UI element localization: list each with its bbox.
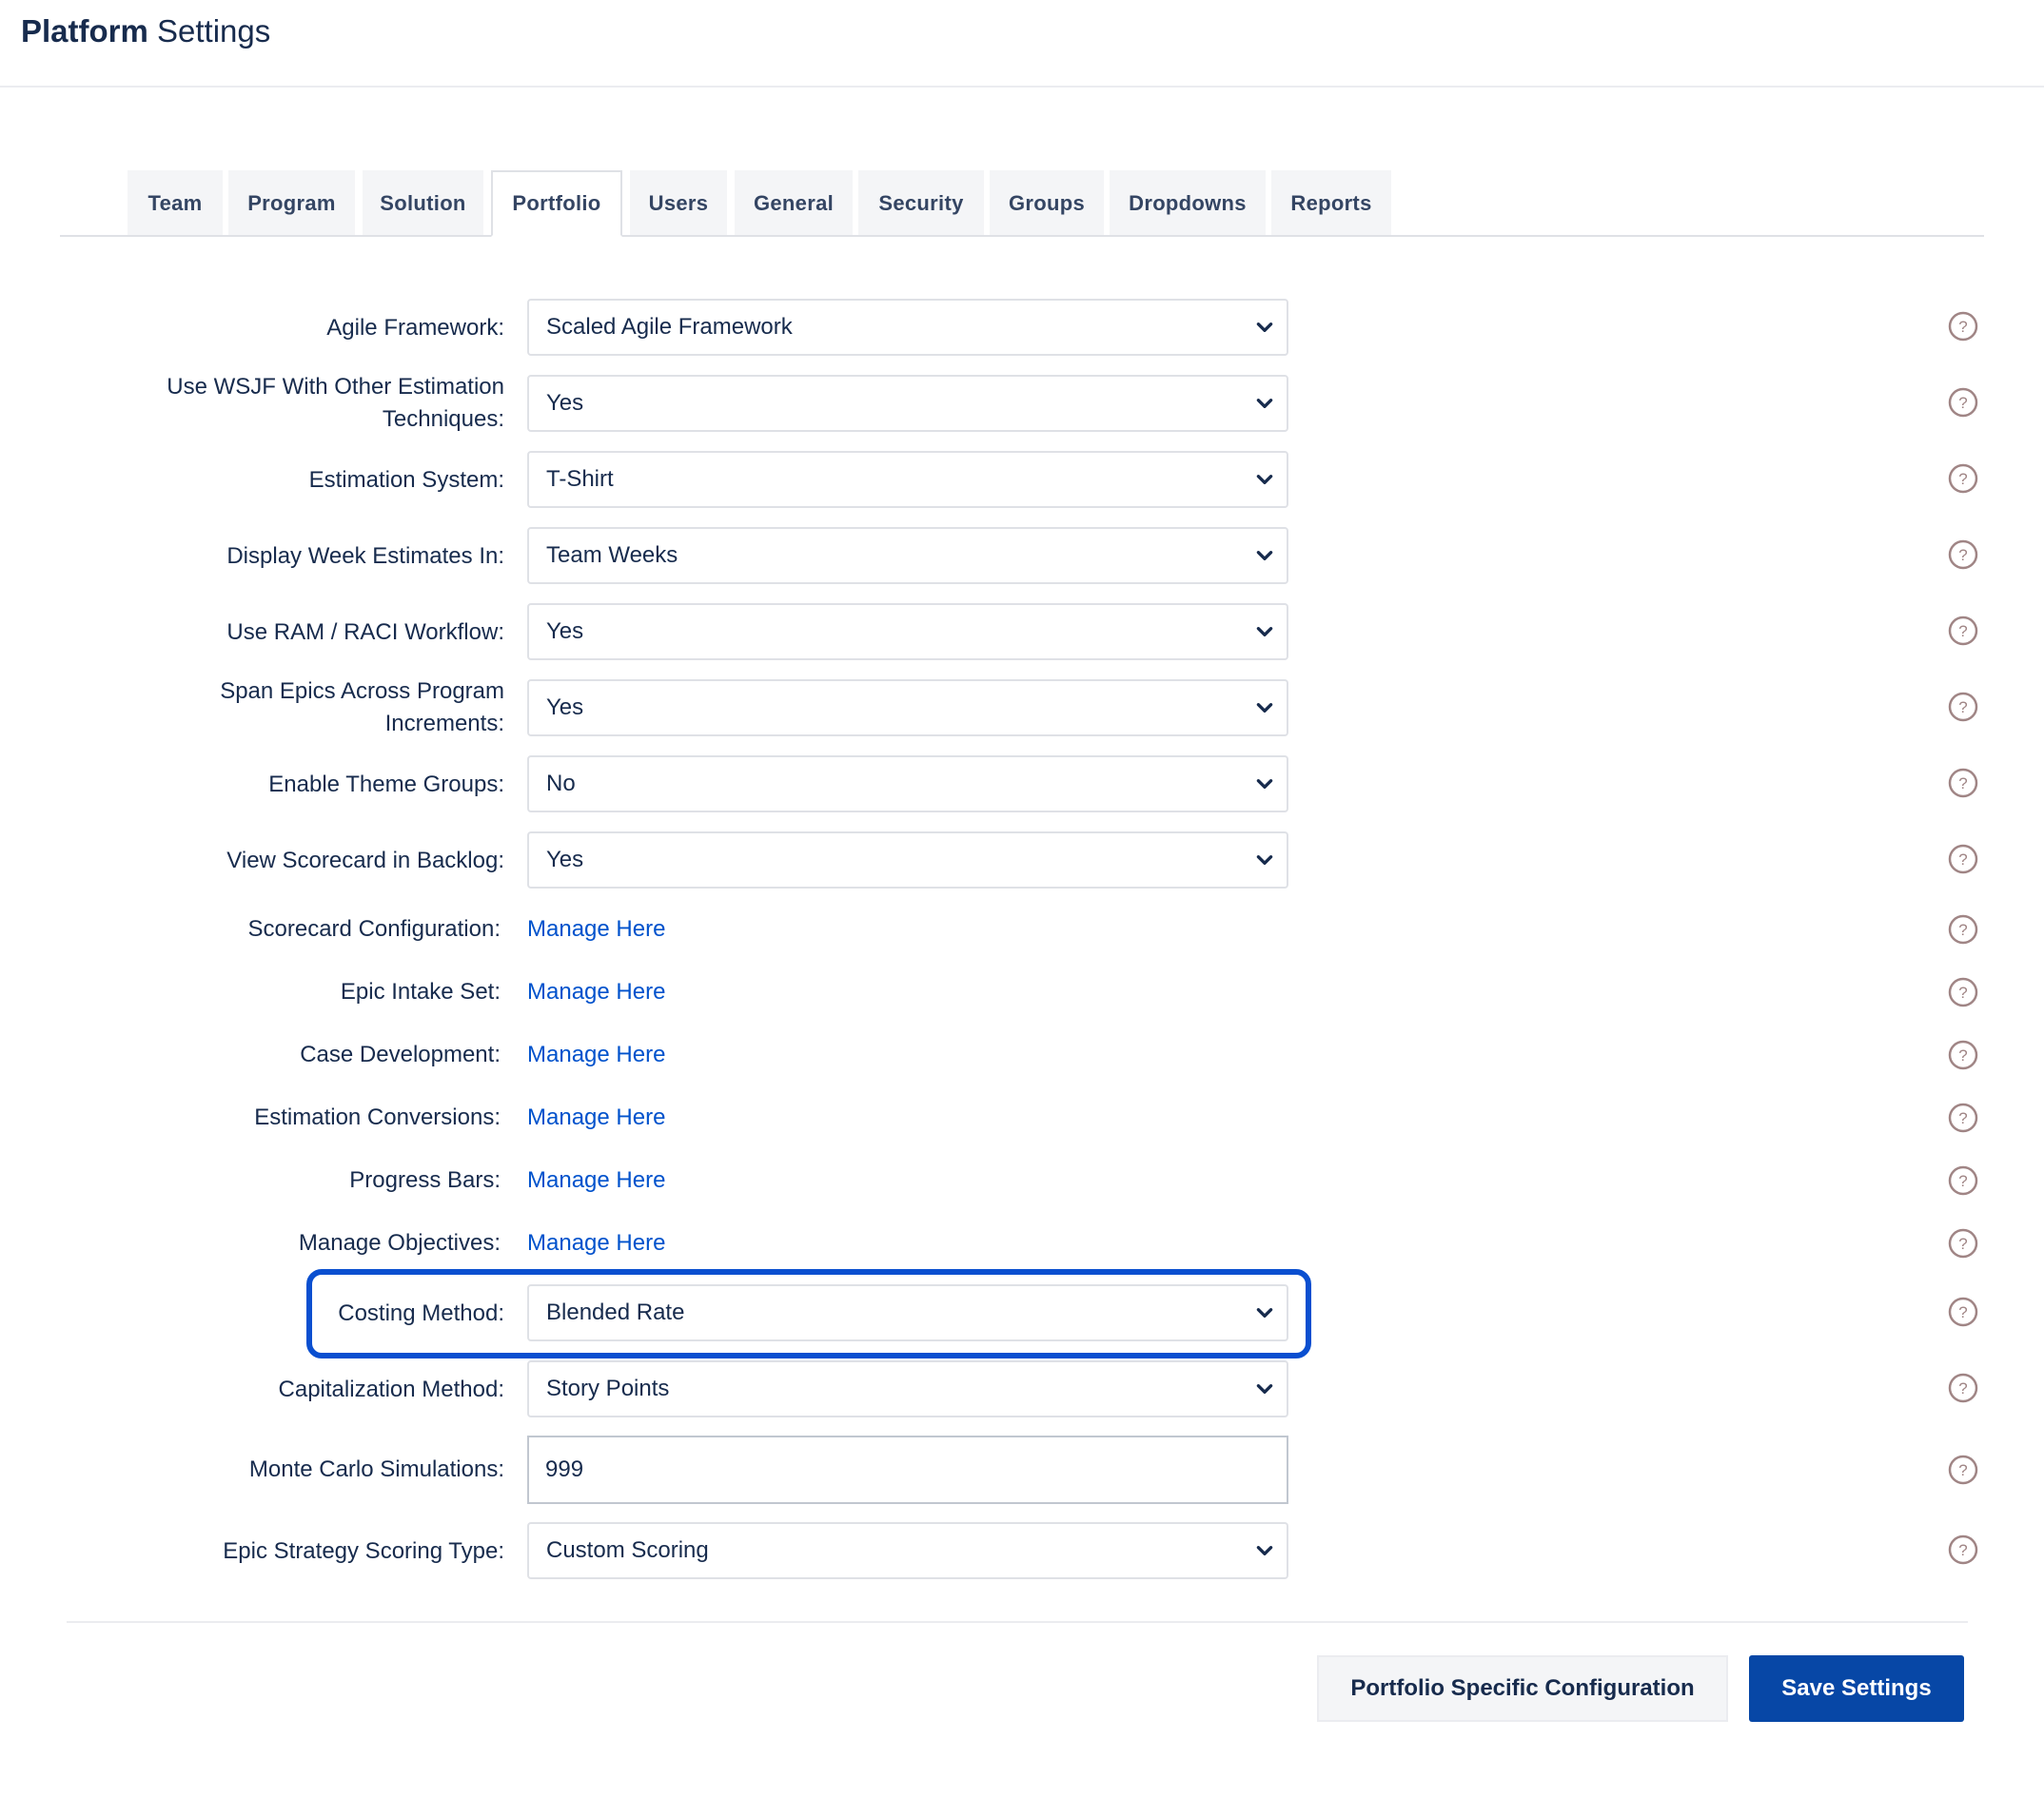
scorecard-config-link[interactable]: Manage Here bbox=[527, 913, 665, 946]
monte-carlo-label: Monte Carlo Simulations: bbox=[248, 1456, 504, 1482]
help-icon[interactable]: ? bbox=[1948, 1228, 1978, 1259]
svg-text:?: ? bbox=[1958, 622, 1967, 640]
progress-bars-label: Progress Bars: bbox=[349, 1167, 501, 1193]
chevron-down-icon bbox=[1256, 399, 1273, 408]
help-icon[interactable]: ? bbox=[1948, 1297, 1978, 1327]
svg-text:?: ? bbox=[1958, 984, 1967, 1002]
estimation-conversions-label: Estimation Conversions: bbox=[254, 1104, 501, 1130]
help-icon[interactable]: ? bbox=[1948, 914, 1978, 945]
scorecard-config-label: Scorecard Configuration: bbox=[247, 916, 501, 942]
manage-objectives-label: Manage Objectives: bbox=[298, 1230, 501, 1256]
svg-text:?: ? bbox=[1958, 850, 1967, 869]
epic-intake-label: Epic Intake Set: bbox=[340, 979, 501, 1005]
svg-text:?: ? bbox=[1958, 318, 1967, 336]
capitalization-method-select[interactable]: Story Points bbox=[527, 1360, 1288, 1417]
epic-intake-link[interactable]: Manage Here bbox=[527, 976, 665, 1008]
svg-text:?: ? bbox=[1958, 921, 1967, 939]
svg-text:?: ? bbox=[1958, 546, 1967, 564]
svg-text:?: ? bbox=[1958, 774, 1967, 792]
theme-groups-label: Enable Theme Groups: bbox=[268, 772, 504, 797]
help-icon[interactable]: ? bbox=[1948, 1040, 1978, 1070]
help-icon[interactable]: ? bbox=[1948, 768, 1978, 798]
help-icon[interactable]: ? bbox=[1948, 311, 1978, 342]
display-week-estimates-label: Display Week Estimates In: bbox=[226, 543, 504, 569]
portfolio-config-button[interactable]: Portfolio Specific Configuration bbox=[1317, 1655, 1728, 1722]
monte-carlo-input[interactable]: 999 bbox=[527, 1436, 1288, 1504]
use-wsjf-select[interactable]: Yes bbox=[527, 375, 1288, 432]
chevron-down-icon bbox=[1256, 627, 1273, 636]
capitalization-method-label: Capitalization Method: bbox=[278, 1377, 504, 1402]
scorecard-backlog-select[interactable]: Yes bbox=[527, 831, 1288, 889]
tab-portfolio[interactable]: Portfolio bbox=[491, 170, 622, 237]
help-icon[interactable]: ? bbox=[1948, 1455, 1978, 1485]
tab-team[interactable]: Team bbox=[128, 170, 223, 237]
help-icon[interactable]: ? bbox=[1948, 1103, 1978, 1133]
help-icon[interactable]: ? bbox=[1948, 1373, 1978, 1403]
span-epics-select[interactable]: Yes bbox=[527, 679, 1288, 736]
help-icon[interactable]: ? bbox=[1948, 387, 1978, 418]
save-settings-button[interactable]: Save Settings bbox=[1749, 1655, 1964, 1722]
chevron-down-icon bbox=[1256, 551, 1273, 560]
span-epics-label: Span Epics Across Program Increments: bbox=[220, 678, 504, 736]
agile-framework-label: Agile Framework: bbox=[326, 315, 504, 341]
chevron-down-icon bbox=[1256, 779, 1273, 789]
help-icon[interactable]: ? bbox=[1948, 692, 1978, 722]
svg-text:?: ? bbox=[1958, 394, 1967, 412]
tab-program[interactable]: Program bbox=[228, 170, 355, 237]
case-development-link[interactable]: Manage Here bbox=[527, 1039, 665, 1071]
help-icon[interactable]: ? bbox=[1948, 1165, 1978, 1196]
tab-groups[interactable]: Groups bbox=[990, 170, 1104, 237]
tab-general[interactable]: General bbox=[735, 170, 853, 237]
estimation-system-label: Estimation System: bbox=[308, 467, 504, 493]
page-title: Platform Settings bbox=[21, 13, 271, 49]
chevron-down-icon bbox=[1256, 1384, 1273, 1394]
estimation-system-select[interactable]: T-Shirt bbox=[527, 451, 1288, 508]
help-icon[interactable]: ? bbox=[1948, 1534, 1978, 1565]
chevron-down-icon bbox=[1256, 1308, 1273, 1318]
use-wsjf-label: Use WSJF With Other Estimation Technique… bbox=[167, 374, 504, 432]
help-icon[interactable]: ? bbox=[1948, 844, 1978, 874]
tab-security[interactable]: Security bbox=[858, 170, 984, 237]
svg-text:?: ? bbox=[1958, 1379, 1967, 1397]
scorecard-backlog-label: View Scorecard in Backlog: bbox=[226, 848, 504, 873]
svg-text:?: ? bbox=[1958, 470, 1967, 488]
tab-users[interactable]: Users bbox=[630, 170, 727, 237]
ram-raci-select[interactable]: Yes bbox=[527, 603, 1288, 660]
help-icon[interactable]: ? bbox=[1948, 616, 1978, 646]
display-week-estimates-select[interactable]: Team Weeks bbox=[527, 527, 1288, 584]
agile-framework-select[interactable]: Scaled Agile Framework bbox=[527, 299, 1288, 356]
tab-solution[interactable]: Solution bbox=[363, 170, 483, 237]
help-icon[interactable]: ? bbox=[1948, 463, 1978, 494]
svg-text:?: ? bbox=[1958, 1046, 1967, 1065]
case-development-label: Case Development: bbox=[300, 1042, 501, 1067]
tabs-divider bbox=[60, 235, 1984, 237]
svg-text:?: ? bbox=[1958, 1172, 1967, 1190]
costing-method-label: Costing Method: bbox=[338, 1300, 504, 1326]
theme-groups-select[interactable]: No bbox=[527, 755, 1288, 812]
chevron-down-icon bbox=[1256, 703, 1273, 713]
svg-text:?: ? bbox=[1958, 1303, 1967, 1321]
costing-method-select[interactable]: Blended Rate bbox=[527, 1284, 1288, 1341]
svg-text:?: ? bbox=[1958, 1461, 1967, 1479]
chevron-down-icon bbox=[1256, 855, 1273, 865]
estimation-conversions-link[interactable]: Manage Here bbox=[527, 1102, 665, 1134]
svg-text:?: ? bbox=[1958, 1109, 1967, 1127]
tab-dropdowns[interactable]: Dropdowns bbox=[1110, 170, 1266, 237]
help-icon[interactable]: ? bbox=[1948, 539, 1978, 570]
ram-raci-label: Use RAM / RACI Workflow: bbox=[226, 619, 504, 645]
svg-text:?: ? bbox=[1958, 698, 1967, 716]
page-header: Platform Settings bbox=[0, 0, 2044, 88]
epic-strategy-scoring-label: Epic Strategy Scoring Type: bbox=[223, 1538, 504, 1564]
svg-text:?: ? bbox=[1958, 1235, 1967, 1253]
chevron-down-icon bbox=[1256, 475, 1273, 484]
svg-text:?: ? bbox=[1958, 1541, 1967, 1559]
chevron-down-icon bbox=[1256, 322, 1273, 332]
epic-strategy-scoring-select[interactable]: Custom Scoring bbox=[527, 1522, 1288, 1579]
progress-bars-link[interactable]: Manage Here bbox=[527, 1164, 665, 1197]
tab-reports[interactable]: Reports bbox=[1271, 170, 1391, 237]
manage-objectives-link[interactable]: Manage Here bbox=[527, 1227, 665, 1260]
footer-divider bbox=[67, 1621, 1968, 1623]
chevron-down-icon bbox=[1256, 1546, 1273, 1555]
help-icon[interactable]: ? bbox=[1948, 977, 1978, 1007]
